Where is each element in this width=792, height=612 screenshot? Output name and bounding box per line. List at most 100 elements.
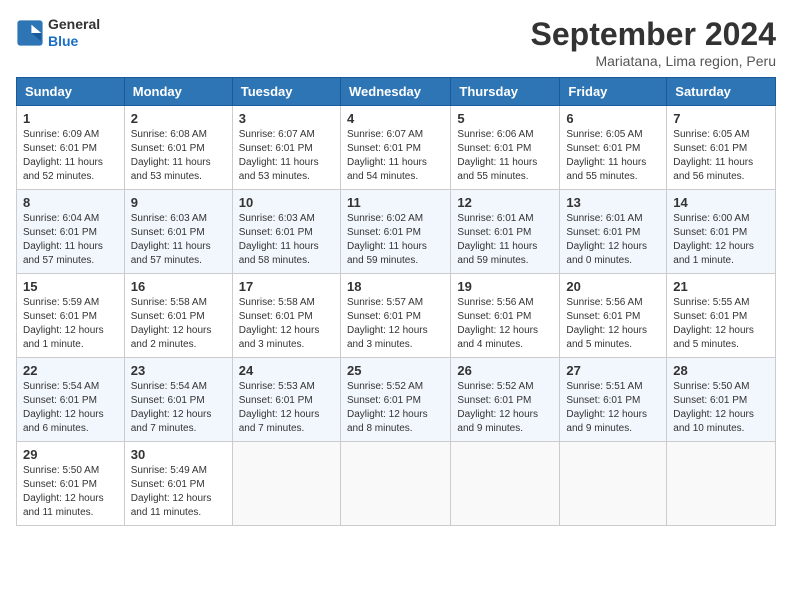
day-number: 30 [131,447,226,462]
day-number: 29 [23,447,118,462]
day-header-monday: Monday [124,78,232,106]
day-number: 15 [23,279,118,294]
calendar-day-15: 15 Sunrise: 5:59 AMSunset: 6:01 PMDaylig… [17,274,125,358]
day-number: 2 [131,111,226,126]
day-number: 21 [673,279,769,294]
day-info: Sunrise: 5:54 AMSunset: 6:01 PMDaylight:… [131,381,212,434]
day-info: Sunrise: 5:55 AMSunset: 6:01 PMDaylight:… [673,297,754,350]
day-number: 10 [239,195,334,210]
calendar-day-25: 25 Sunrise: 5:52 AMSunset: 6:01 PMDaylig… [340,358,450,442]
calendar-week-3: 15 Sunrise: 5:59 AMSunset: 6:01 PMDaylig… [17,274,776,358]
day-number: 28 [673,363,769,378]
calendar-day-14: 14 Sunrise: 6:00 AMSunset: 6:01 PMDaylig… [667,190,776,274]
day-info: Sunrise: 5:52 AMSunset: 6:01 PMDaylight:… [457,381,538,434]
day-number: 27 [566,363,660,378]
day-header-saturday: Saturday [667,78,776,106]
day-number: 8 [23,195,118,210]
day-header-tuesday: Tuesday [232,78,340,106]
day-number: 4 [347,111,444,126]
location: Mariatana, Lima region, Peru [531,53,776,69]
calendar-day-17: 17 Sunrise: 5:58 AMSunset: 6:01 PMDaylig… [232,274,340,358]
day-number: 9 [131,195,226,210]
day-number: 12 [457,195,553,210]
calendar-day-24: 24 Sunrise: 5:53 AMSunset: 6:01 PMDaylig… [232,358,340,442]
day-info: Sunrise: 6:07 AMSunset: 6:01 PMDaylight:… [347,129,427,182]
calendar-week-2: 8 Sunrise: 6:04 AMSunset: 6:01 PMDayligh… [17,190,776,274]
day-info: Sunrise: 6:06 AMSunset: 6:01 PMDaylight:… [457,129,537,182]
day-header-wednesday: Wednesday [340,78,450,106]
calendar-day-6: 6 Sunrise: 6:05 AMSunset: 6:01 PMDayligh… [560,106,667,190]
day-number: 7 [673,111,769,126]
day-number: 11 [347,195,444,210]
calendar-day-7: 7 Sunrise: 6:05 AMSunset: 6:01 PMDayligh… [667,106,776,190]
day-number: 23 [131,363,226,378]
day-number: 22 [23,363,118,378]
day-info: Sunrise: 6:04 AMSunset: 6:01 PMDaylight:… [23,213,103,266]
calendar-day-30: 30 Sunrise: 5:49 AMSunset: 6:01 PMDaylig… [124,442,232,526]
calendar-day-27: 27 Sunrise: 5:51 AMSunset: 6:01 PMDaylig… [560,358,667,442]
calendar-day-5: 5 Sunrise: 6:06 AMSunset: 6:01 PMDayligh… [451,106,560,190]
calendar-day-28: 28 Sunrise: 5:50 AMSunset: 6:01 PMDaylig… [667,358,776,442]
calendar-day-4: 4 Sunrise: 6:07 AMSunset: 6:01 PMDayligh… [340,106,450,190]
day-info: Sunrise: 5:50 AMSunset: 6:01 PMDaylight:… [23,465,104,518]
day-info: Sunrise: 5:57 AMSunset: 6:01 PMDaylight:… [347,297,428,350]
calendar-day-23: 23 Sunrise: 5:54 AMSunset: 6:01 PMDaylig… [124,358,232,442]
empty-cell [667,442,776,526]
calendar-day-29: 29 Sunrise: 5:50 AMSunset: 6:01 PMDaylig… [17,442,125,526]
calendar-week-1: 1 Sunrise: 6:09 AMSunset: 6:01 PMDayligh… [17,106,776,190]
day-info: Sunrise: 5:59 AMSunset: 6:01 PMDaylight:… [23,297,104,350]
day-info: Sunrise: 6:00 AMSunset: 6:01 PMDaylight:… [673,213,754,266]
calendar-day-19: 19 Sunrise: 5:56 AMSunset: 6:01 PMDaylig… [451,274,560,358]
day-number: 5 [457,111,553,126]
calendar-day-26: 26 Sunrise: 5:52 AMSunset: 6:01 PMDaylig… [451,358,560,442]
day-number: 14 [673,195,769,210]
day-info: Sunrise: 5:50 AMSunset: 6:01 PMDaylight:… [673,381,754,434]
day-info: Sunrise: 5:56 AMSunset: 6:01 PMDaylight:… [457,297,538,350]
day-info: Sunrise: 6:03 AMSunset: 6:01 PMDaylight:… [239,213,319,266]
logo-text: General Blue [48,16,100,50]
calendar-header-row: SundayMondayTuesdayWednesdayThursdayFrid… [17,78,776,106]
day-number: 6 [566,111,660,126]
day-info: Sunrise: 6:05 AMSunset: 6:01 PMDaylight:… [673,129,753,182]
calendar-day-3: 3 Sunrise: 6:07 AMSunset: 6:01 PMDayligh… [232,106,340,190]
day-info: Sunrise: 5:51 AMSunset: 6:01 PMDaylight:… [566,381,647,434]
day-number: 26 [457,363,553,378]
day-number: 1 [23,111,118,126]
day-info: Sunrise: 6:08 AMSunset: 6:01 PMDaylight:… [131,129,211,182]
logo-line2: Blue [48,33,100,50]
day-header-sunday: Sunday [17,78,125,106]
day-header-thursday: Thursday [451,78,560,106]
calendar-day-20: 20 Sunrise: 5:56 AMSunset: 6:01 PMDaylig… [560,274,667,358]
calendar-week-5: 29 Sunrise: 5:50 AMSunset: 6:01 PMDaylig… [17,442,776,526]
day-number: 20 [566,279,660,294]
day-info: Sunrise: 6:01 AMSunset: 6:01 PMDaylight:… [566,213,647,266]
day-number: 25 [347,363,444,378]
day-info: Sunrise: 6:01 AMSunset: 6:01 PMDaylight:… [457,213,537,266]
day-info: Sunrise: 6:07 AMSunset: 6:01 PMDaylight:… [239,129,319,182]
day-info: Sunrise: 6:02 AMSunset: 6:01 PMDaylight:… [347,213,427,266]
day-number: 24 [239,363,334,378]
calendar-day-9: 9 Sunrise: 6:03 AMSunset: 6:01 PMDayligh… [124,190,232,274]
page-header: General Blue September 2024 Mariatana, L… [16,16,776,69]
empty-cell [451,442,560,526]
day-info: Sunrise: 6:09 AMSunset: 6:01 PMDaylight:… [23,129,103,182]
calendar-day-2: 2 Sunrise: 6:08 AMSunset: 6:01 PMDayligh… [124,106,232,190]
calendar-week-4: 22 Sunrise: 5:54 AMSunset: 6:01 PMDaylig… [17,358,776,442]
day-number: 17 [239,279,334,294]
logo-icon [16,19,44,47]
logo: General Blue [16,16,100,50]
day-info: Sunrise: 5:49 AMSunset: 6:01 PMDaylight:… [131,465,212,518]
day-number: 19 [457,279,553,294]
day-info: Sunrise: 6:05 AMSunset: 6:01 PMDaylight:… [566,129,646,182]
empty-cell [232,442,340,526]
calendar-day-12: 12 Sunrise: 6:01 AMSunset: 6:01 PMDaylig… [451,190,560,274]
day-info: Sunrise: 5:56 AMSunset: 6:01 PMDaylight:… [566,297,647,350]
empty-cell [340,442,450,526]
day-info: Sunrise: 5:54 AMSunset: 6:01 PMDaylight:… [23,381,104,434]
day-number: 3 [239,111,334,126]
calendar-day-8: 8 Sunrise: 6:04 AMSunset: 6:01 PMDayligh… [17,190,125,274]
calendar-day-21: 21 Sunrise: 5:55 AMSunset: 6:01 PMDaylig… [667,274,776,358]
day-number: 18 [347,279,444,294]
day-header-friday: Friday [560,78,667,106]
calendar-day-18: 18 Sunrise: 5:57 AMSunset: 6:01 PMDaylig… [340,274,450,358]
